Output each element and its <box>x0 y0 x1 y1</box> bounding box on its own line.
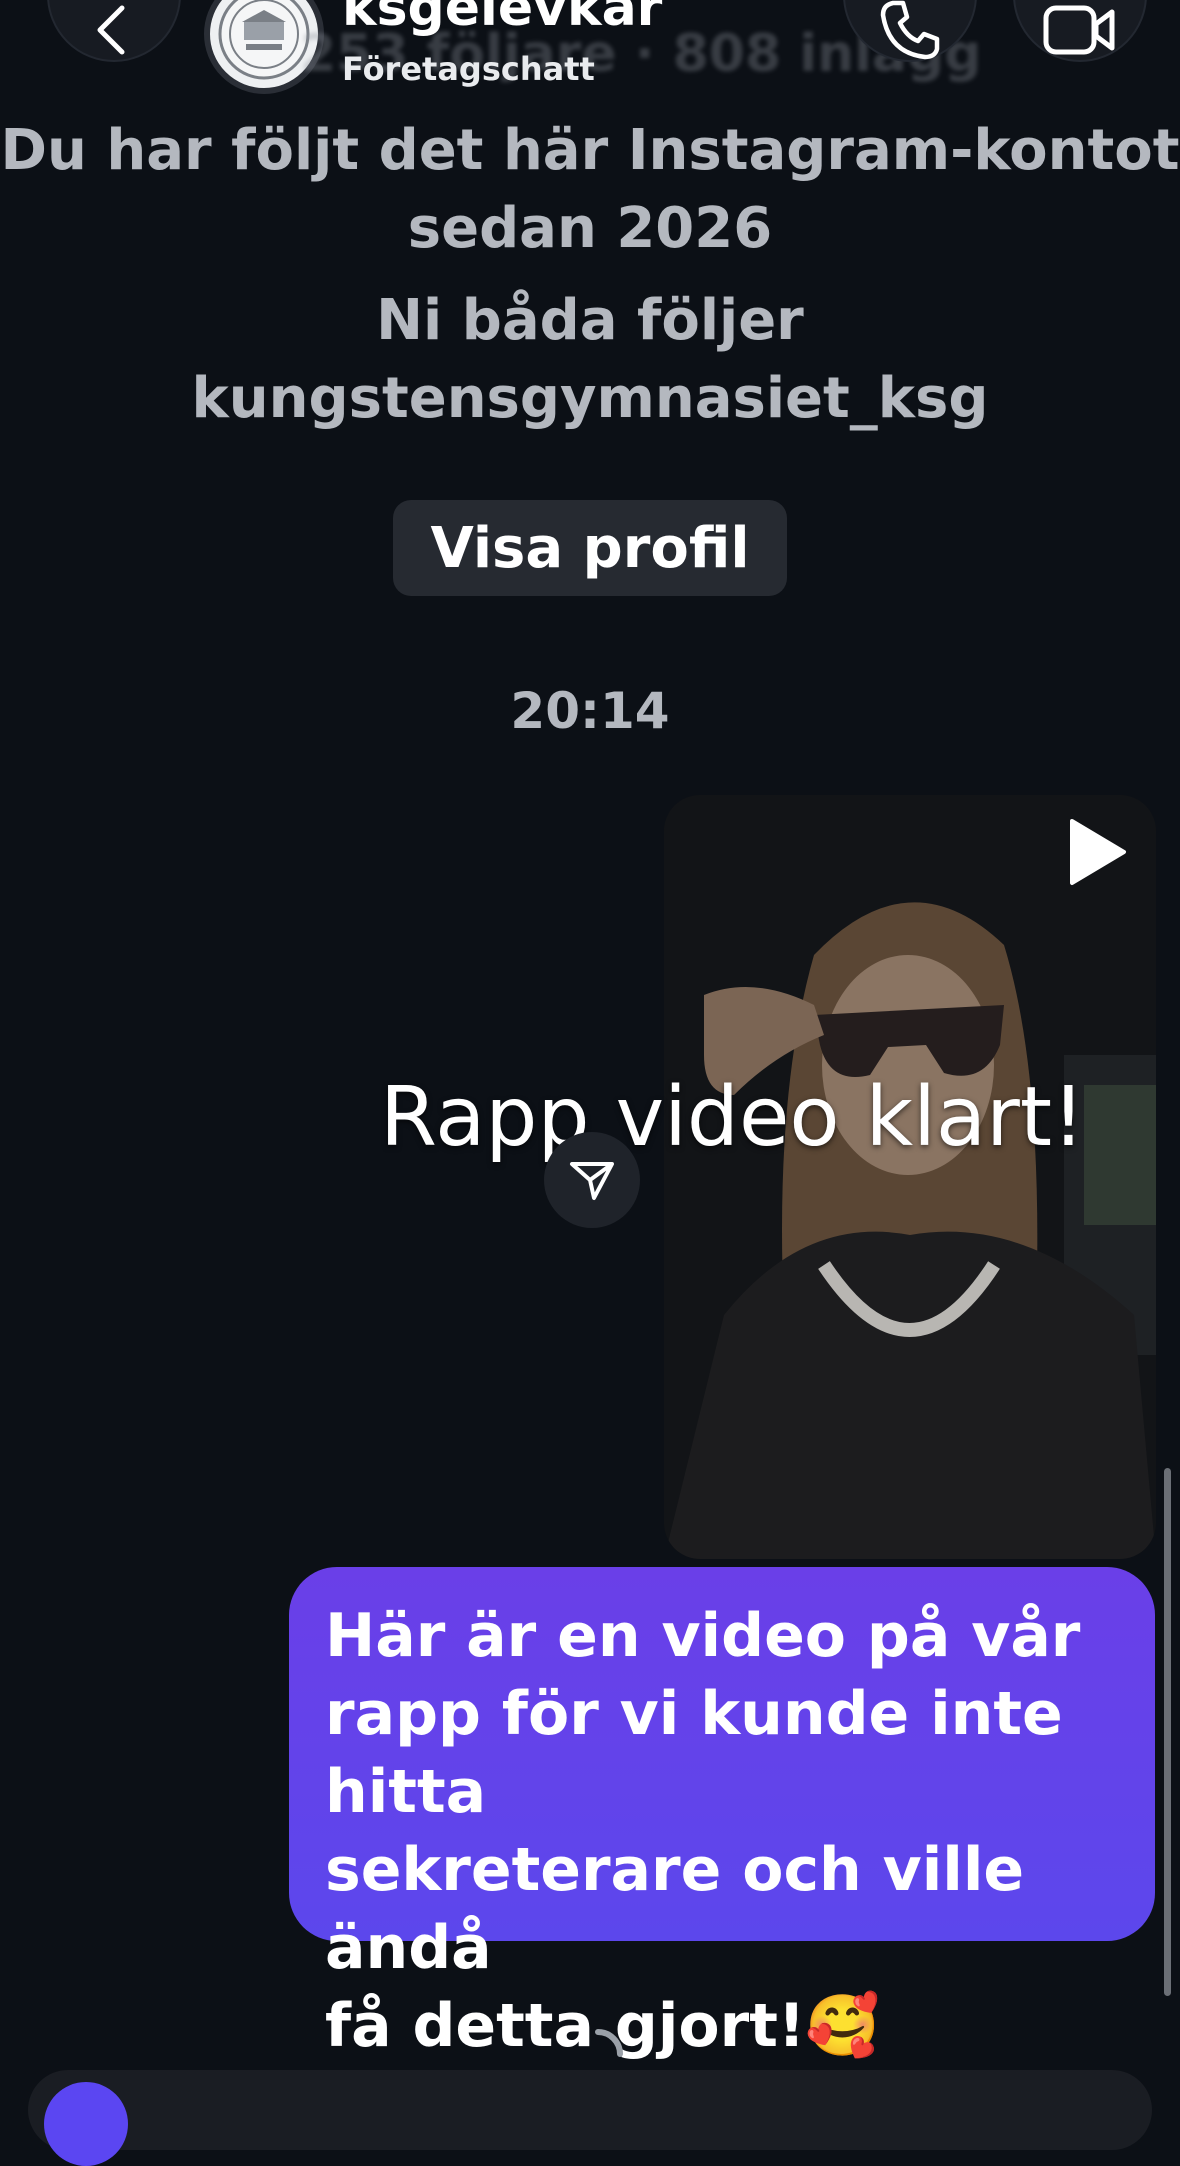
back-button[interactable] <box>47 0 181 62</box>
mutual-follow-line2: kungstensgymnasiet_ksg <box>191 366 989 431</box>
phone-icon <box>880 0 940 60</box>
chat-title[interactable]: ksgelevkar <box>342 0 662 38</box>
camera-button[interactable] <box>44 2082 128 2166</box>
followed-since-line2: sedan 2026 <box>407 196 773 261</box>
play-icon[interactable] <box>1066 817 1128 887</box>
mutual-follow-line1: Ni båda följer <box>376 288 804 353</box>
scrollbar[interactable] <box>1164 1468 1171 1996</box>
view-profile-button[interactable]: Visa profil <box>393 500 787 596</box>
video-thumbnail <box>664 795 1156 1559</box>
video-message[interactable] <box>664 795 1156 1559</box>
message-timestamp: 20:14 <box>510 682 670 740</box>
back-arrow-icon <box>97 5 125 55</box>
send-icon <box>570 1162 614 1200</box>
sent-message-bubble[interactable]: Här är en video på vår rapp för vi kunde… <box>289 1567 1155 2139</box>
video-call-button[interactable] <box>1013 0 1147 62</box>
followed-since-line1: Du har följt det här Instagram-kontot <box>0 118 1180 183</box>
chat-subtitle: Företagschatt <box>342 50 595 88</box>
video-caption: Rapp video klart! <box>380 1070 1085 1165</box>
share-button[interactable] <box>544 1132 640 1228</box>
school-crest-icon <box>218 0 310 80</box>
message-composer[interactable] <box>28 2070 1152 2150</box>
sent-message-text: Här är en video på vår rapp för vi kunde… <box>325 1601 1081 2139</box>
video-call-icon <box>1043 5 1115 55</box>
